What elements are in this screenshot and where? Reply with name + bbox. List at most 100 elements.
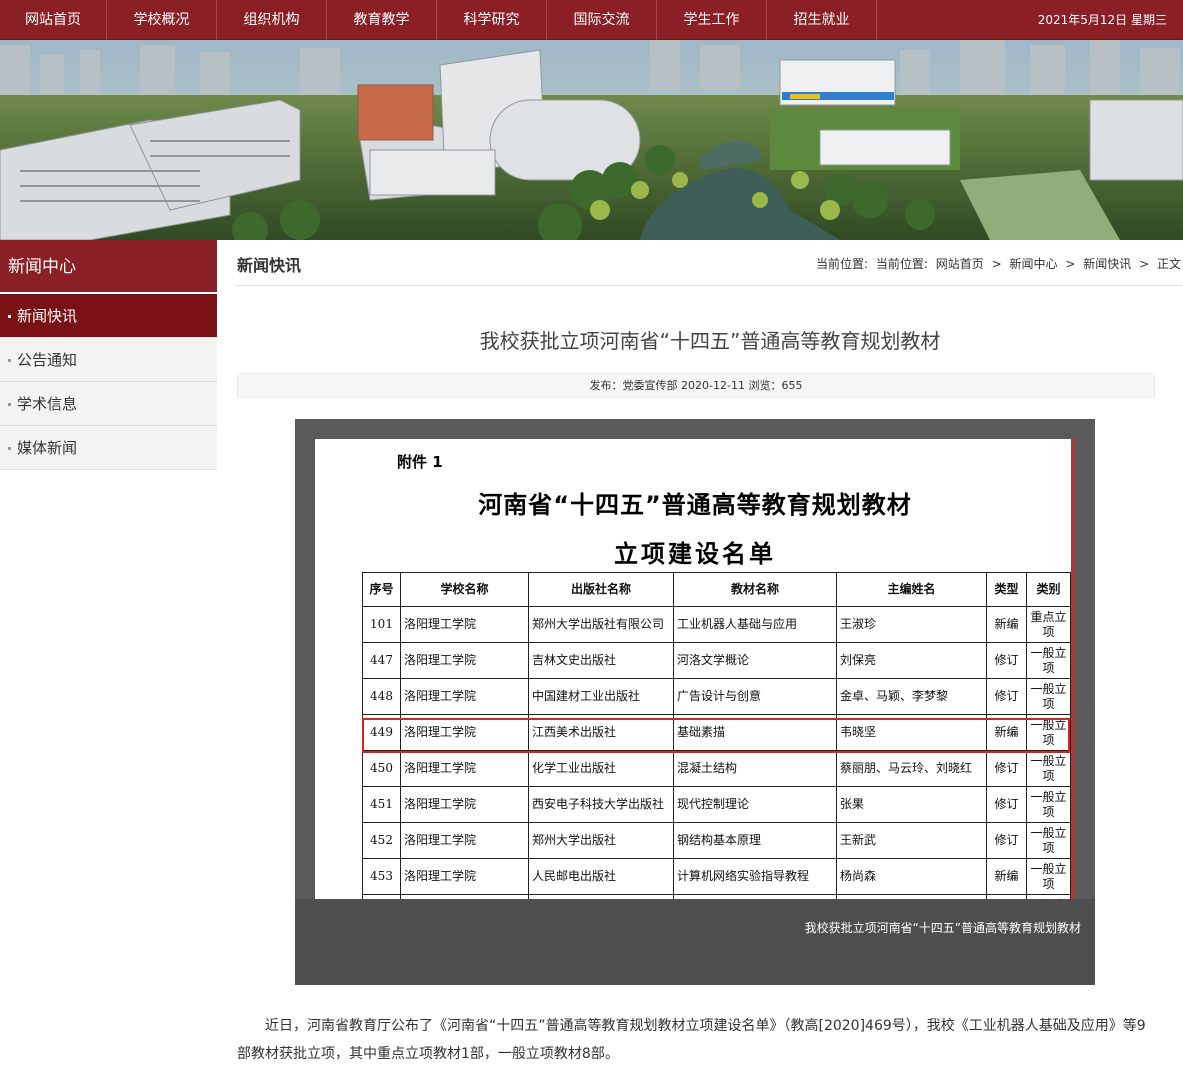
table-cell: 一般立项 [1026,786,1071,823]
table-header-cell: 主编姓名 [836,572,987,607]
sidebar-title: 新闻中心 [0,240,217,294]
table-cell: 洛阳理工学院 [400,786,529,823]
table-cell: 一般立项 [1026,678,1071,715]
article-body: 近日，河南省教育厅公布了《河南省“十四五”普通高等教育规划教材立项建设名单》（教… [237,1018,1146,1062]
breadcrumb-prefix: 当前位置: [875,257,928,271]
sidebar-item-news-flash[interactable]: 新闻快讯 [0,294,217,338]
top-nav: 网站首页 学校概况 组织机构 教育教学 科学研究 国际交流 学生工作 招生就业 … [0,0,1183,40]
bullet-icon [8,315,11,318]
table-cell: 修订 [986,822,1027,859]
table-row: 451 洛阳理工学院 西安电子科技大学出版社 现代控制理论 张果 修订 一般立项 [362,786,1071,823]
breadcrumb-current: 正文 [1156,257,1181,271]
table-cell: 混凝土结构 [673,750,837,787]
nav-item-students[interactable]: 学生工作 [657,0,767,40]
table-cell: 新编 [986,858,1027,895]
table-cell: 河洛文学概论 [673,642,837,679]
table-row: 448 洛阳理工学院 中国建材工业出版社 广告设计与创意 金卓、马颖、李梦黎 修订 一般立项 [362,678,1071,715]
table-cell: 西安电子科技大学出版社 [528,786,674,823]
table-cell: 钢结构基本原理 [673,822,837,859]
table-row: 101 洛阳理工学院 郑州大学出版社有限公司 工业机器人基础与应用 王淑珍 新编 重点立项 [362,606,1071,643]
document-title: 河南省“十四五”普通高等教育规划教材 [478,491,912,519]
attachment-label: 附件 1 [397,453,443,471]
sidebar-item-academic-info[interactable]: 学术信息 [0,382,217,426]
table-cell: 郑州大学出版社 [528,822,674,859]
chevron-right-icon: > [1139,257,1150,271]
document-subtitle: 立项建设名单 [614,540,776,568]
table-cell: 450 [362,750,401,787]
table-header-cell: 学校名称 [400,572,529,607]
figure-caption: 我校获批立项河南省“十四五”普通高等教育规划教材 [804,921,1081,935]
nav-item-organization[interactable]: 组织机构 [217,0,327,40]
nav-item-home[interactable]: 网站首页 [0,0,107,40]
nav-item-international[interactable]: 国际交流 [547,0,657,40]
table-header-cell: 类型 [986,572,1027,607]
table-row: 450 洛阳理工学院 化学工业出版社 混凝土结构 蔡丽朋、马云玲、刘晓红 修订 一般立项 [362,750,1071,787]
campus-banner-image [0,40,1183,240]
nav-item-admissions[interactable]: 招生就业 [767,0,877,40]
table-cell: 452 [362,822,401,859]
bullet-icon [8,447,11,450]
sidebar-item-label: 学术信息 [17,395,78,413]
table-cell: 金卓、马颖、李梦黎 [836,678,987,715]
table-cell: 448 [362,678,401,715]
table-cell: 张果 [836,786,987,823]
table-cell: 453 [362,858,401,895]
table-cell: 中国建材工业出版社 [528,678,674,715]
article-figure: 附件 1 河南省“十四五”普通高等教育规划教材 立项建设名单 序号 学校名称 出版社… [295,419,1095,985]
figure-caption-bar: 我校获批立项河南省“十四五”普通高等教育规划教材 [295,899,1095,985]
breadcrumb-link-home[interactable]: 网站首页 [936,257,984,271]
breadcrumb-link-news-flash[interactable]: 新闻快讯 [1083,257,1131,271]
table-cell: 洛阳理工学院 [400,858,529,895]
table-cell: 修订 [986,642,1027,679]
table-cell: 吉林文史出版社 [528,642,674,679]
table-cell: 刘保亮 [836,642,987,679]
table-cell: 工业机器人基础与应用 [673,606,837,643]
table-row: 453 洛阳理工学院 人民邮电出版社 计算机网络实验指导教程 杨尚森 新编 一般立项 [362,858,1071,895]
table-cell: 447 [362,642,401,679]
table-row: 452 洛阳理工学院 郑州大学出版社 钢结构基本原理 王新武 修订 一般立项 [362,822,1071,859]
table-cell: 化学工业出版社 [528,750,674,787]
highlight-box [362,718,1070,753]
table-cell: 一般立项 [1026,750,1071,787]
article-title: 我校获批立项河南省“十四五”普通高等教育规划教材 [479,329,941,353]
bullet-icon [8,359,11,362]
sidebar-item-announcements[interactable]: 公告通知 [0,338,217,382]
breadcrumb-link-news-center[interactable]: 新闻中心 [1010,257,1058,271]
table-cell: 蔡丽朋、马云玲、刘晓红 [836,750,987,787]
current-date: 2021年5月12日 星期三 [1037,13,1167,27]
sidebar-item-label: 新闻快讯 [17,307,78,325]
nav-item-about[interactable]: 学校概况 [107,0,217,40]
table-cell: 计算机网络实验指导教程 [673,858,837,895]
breadcrumb: 当前位置: 当前位置: 网站首页 > 新闻中心 > 新闻快讯 > 正文 [814,255,1183,272]
nav-item-research[interactable]: 科学研究 [437,0,547,40]
table-cell: 洛阳理工学院 [400,750,529,787]
table-header-row: 序号 学校名称 出版社名称 教材名称 主编姓名 类型 类别 [362,572,1071,607]
sidebar: 新闻中心 新闻快讯 公告通知 学术信息 媒体新闻 [0,240,217,470]
breadcrumb-prefix: 当前位置: [816,257,869,271]
table-cell: 修订 [986,786,1027,823]
table-header-cell: 教材名称 [673,572,837,607]
table-cell: 一般立项 [1026,858,1071,895]
table-cell: 洛阳理工学院 [400,642,529,679]
article-meta: 发布：党委宣传部 2020-12-11 浏览：655 [237,373,1155,398]
table-cell: 广告设计与创意 [673,678,837,715]
section-title: 新闻快讯 [237,256,302,275]
sidebar-item-media-news[interactable]: 媒体新闻 [0,426,217,470]
table-cell: 修订 [986,678,1027,715]
scanned-document: 附件 1 河南省“十四五”普通高等教育规划教材 立项建设名单 序号 学校名称 出版社… [315,439,1075,931]
main-header: 新闻快讯 当前位置: 当前位置: 网站首页 > 新闻中心 > 新闻快讯 > 正文 [237,240,1183,286]
table-row: 447 洛阳理工学院 吉林文史出版社 河洛文学概论 刘保亮 修订 一般立项 [362,642,1071,679]
table-header-cell: 序号 [362,572,401,607]
nav-item-education[interactable]: 教育教学 [327,0,437,40]
table-cell: 王新武 [836,822,987,859]
nav-list: 网站首页 学校概况 组织机构 教育教学 科学研究 国际交流 学生工作 招生就业 [0,0,1183,40]
table-header-cell: 类别 [1026,572,1071,607]
sidebar-item-label: 公告通知 [17,351,78,369]
table-cell: 修订 [986,750,1027,787]
table-cell: 一般立项 [1026,822,1071,859]
table-cell: 人民邮电出版社 [528,858,674,895]
table-cell: 重点立项 [1026,606,1071,643]
chevron-right-icon: > [1065,257,1076,271]
table-cell: 新编 [986,606,1027,643]
table-cell: 451 [362,786,401,823]
